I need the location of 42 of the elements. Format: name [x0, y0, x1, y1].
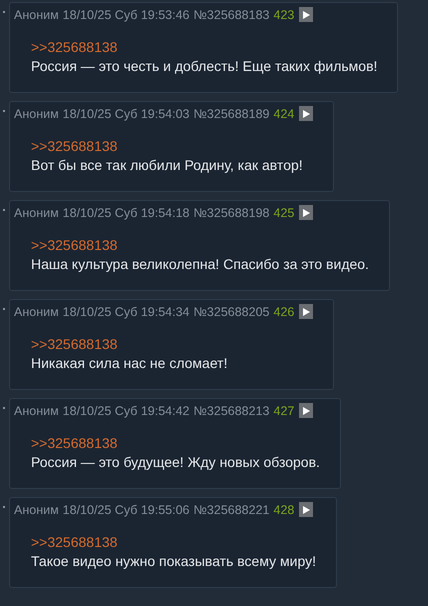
play-icon[interactable] — [299, 502, 314, 517]
post-text: Наша культура великолепна! Спасибо за это видео. — [31, 256, 369, 272]
reply-link[interactable]: >>325688138 — [31, 336, 118, 352]
play-icon[interactable] — [299, 205, 314, 220]
reply-link[interactable]: >>325688138 — [31, 39, 118, 55]
reply-link[interactable]: >>325688138 — [31, 435, 118, 451]
post-ordinal: 426 — [274, 304, 294, 318]
post-ordinal: 424 — [274, 106, 294, 120]
post-number-link[interactable]: №325688213 — [194, 404, 270, 418]
post-text: Россия — это честь и доблесть! Еще таких фильмов! — [31, 58, 378, 74]
post-text: Никакая сила нас не сломает! — [31, 355, 228, 371]
post-number-link[interactable]: №325688189 — [194, 106, 270, 120]
play-icon[interactable] — [299, 403, 314, 418]
post-date: 18/10/25 Суб 19:54:18 — [62, 206, 190, 220]
play-icon[interactable] — [299, 106, 314, 121]
reply-link[interactable]: >>325688138 — [31, 138, 118, 154]
post-date: 18/10/25 Суб 19:54:34 — [62, 304, 190, 318]
post-ordinal: 427 — [274, 404, 294, 418]
post-ordinal: 428 — [274, 502, 294, 516]
post-ordinal: 423 — [274, 8, 294, 22]
post-ordinal: 425 — [274, 206, 294, 220]
post-text: Такое видео нужно показывать всему миру! — [31, 553, 316, 569]
post-text: Россия — это будущее! Жду новых обзоров. — [31, 454, 320, 470]
post-number-link[interactable]: №325688198 — [194, 206, 270, 220]
post-text: Вот бы все так любили Родину, как автор! — [31, 157, 303, 173]
post-author: Аноним — [14, 8, 59, 22]
play-icon[interactable] — [299, 7, 314, 22]
post-number-link[interactable]: №325688221 — [194, 502, 270, 516]
post-date: 18/10/25 Суб 19:53:46 — [62, 8, 190, 22]
post-author: Аноним — [14, 106, 59, 120]
play-icon[interactable] — [299, 304, 314, 319]
reply-link[interactable]: >>325688138 — [31, 534, 118, 550]
post-number-link[interactable]: №325688183 — [194, 8, 270, 22]
post-date: 18/10/25 Суб 19:55:06 — [62, 502, 190, 516]
post-date: 18/10/25 Суб 19:54:42 — [62, 404, 190, 418]
post-date: 18/10/25 Суб 19:54:03 — [62, 106, 190, 120]
post-author: Аноним — [14, 502, 59, 516]
post-number-link[interactable]: №325688205 — [194, 304, 270, 318]
post-author: Аноним — [14, 206, 59, 220]
post-author: Аноним — [14, 404, 59, 418]
reply-link[interactable]: >>325688138 — [31, 237, 118, 253]
post-author: Аноним — [14, 304, 59, 318]
